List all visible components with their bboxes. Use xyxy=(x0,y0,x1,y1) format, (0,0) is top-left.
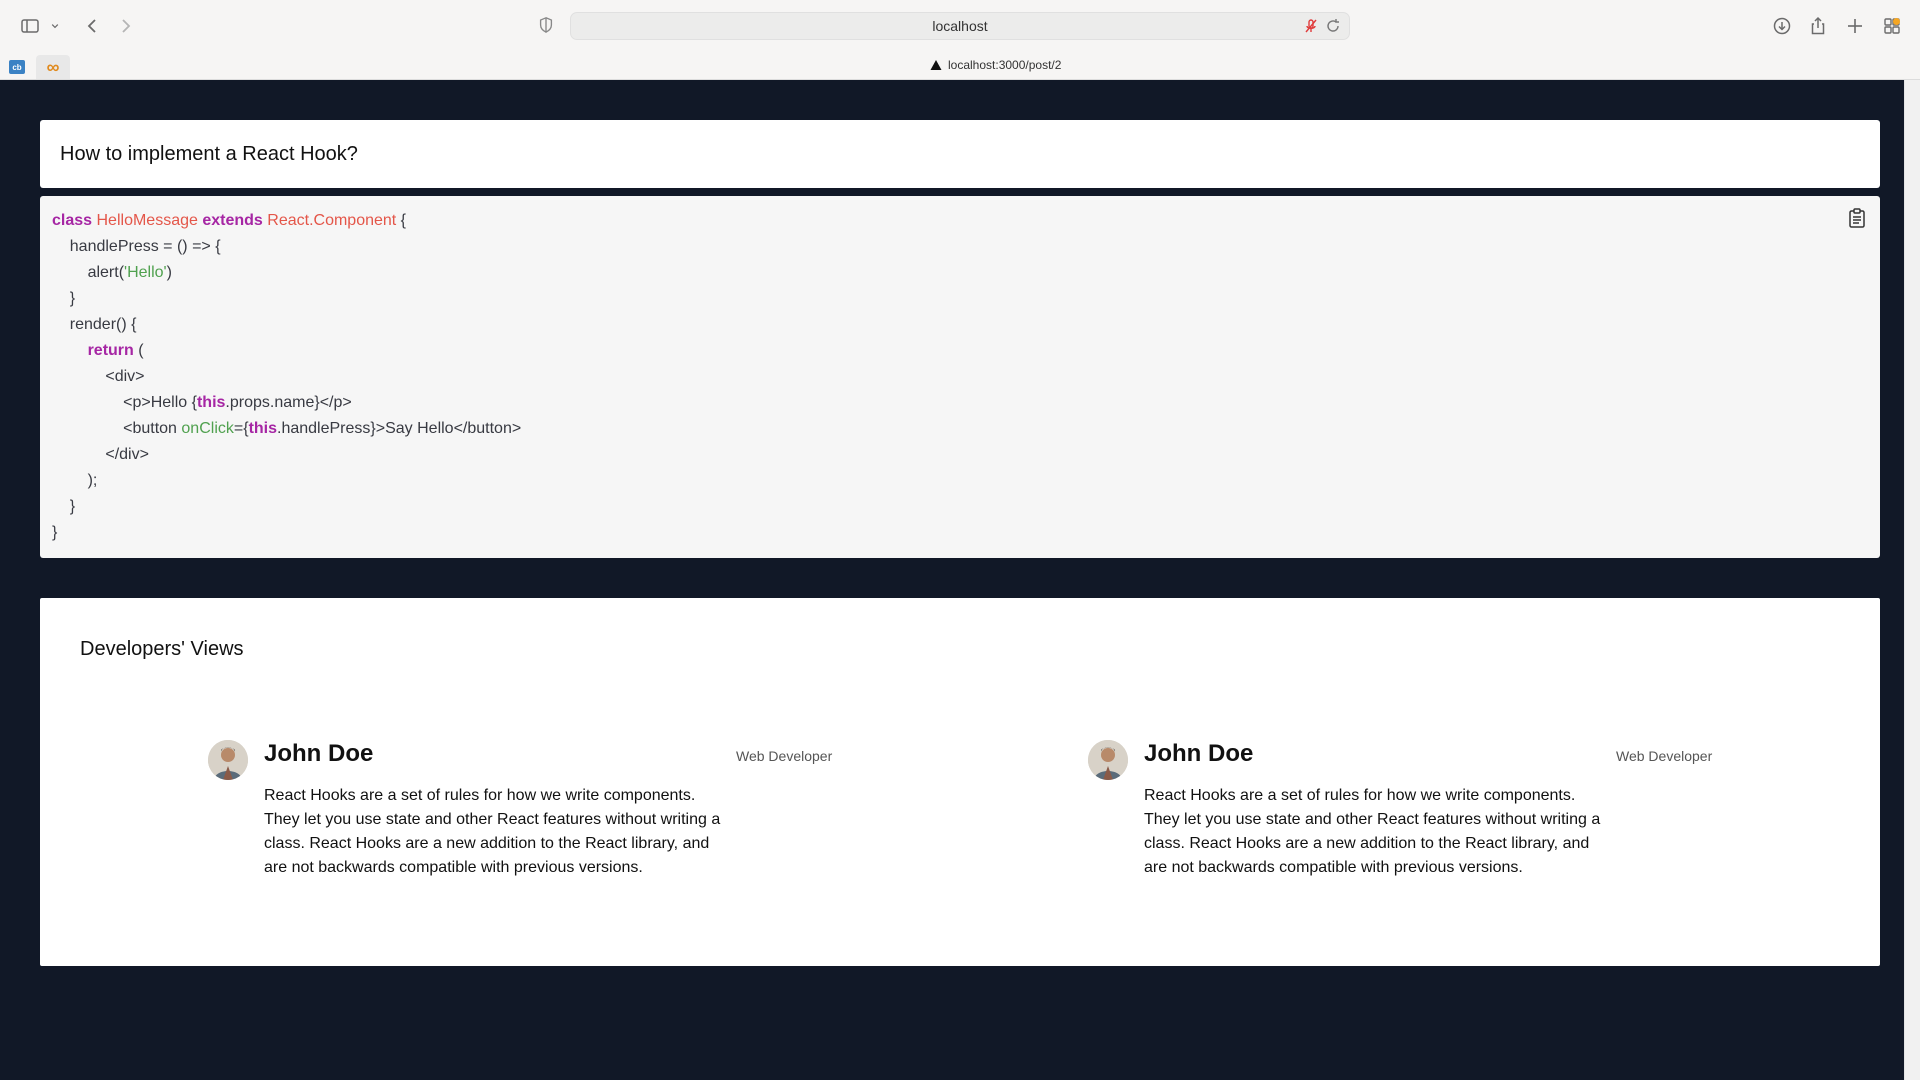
cb-favicon-icon: cb xyxy=(9,60,25,74)
share-icon[interactable] xyxy=(1806,14,1830,38)
tab-strip: cb ∞ localhost:3000/post/2 xyxy=(0,53,1920,80)
tab-overview-icon[interactable] xyxy=(1880,14,1904,38)
avatar xyxy=(208,740,248,780)
code-token: alert( xyxy=(52,264,125,281)
code-lines: class HelloMessage extends React.Compone… xyxy=(52,208,1868,546)
browser-chrome: localhost cb ∞ localhost:3000/post/2 xyxy=(0,0,1920,80)
developers-views-card: Developers' Views John Doe Web Developer… xyxy=(40,598,1880,966)
avatar xyxy=(1088,740,1128,780)
code-line: alert('Hello') xyxy=(52,260,1868,286)
download-icon[interactable] xyxy=(1770,14,1794,38)
code-line: class HelloMessage extends React.Compone… xyxy=(52,208,1868,234)
code-token: onClick xyxy=(181,420,234,437)
code-token: class xyxy=(52,212,93,229)
code-token: handlePress = () => { xyxy=(52,238,221,255)
code-token: ) xyxy=(166,264,172,281)
pinned-tab-infinity[interactable]: ∞ xyxy=(36,55,70,79)
comment-card: John Doe Web Developer React Hooks are a… xyxy=(1088,740,1728,890)
code-token: return xyxy=(87,342,134,359)
code-token: this xyxy=(248,420,278,437)
code-line: } xyxy=(52,520,1868,546)
code-line: ); xyxy=(52,468,1868,494)
code-token: } xyxy=(52,290,76,307)
code-token: <div> xyxy=(52,368,145,385)
code-token: </div> xyxy=(52,446,149,463)
code-line: <div> xyxy=(52,364,1868,390)
address-bar[interactable]: localhost xyxy=(570,12,1350,40)
code-token: render() { xyxy=(52,316,137,333)
notification-dot xyxy=(1893,18,1900,25)
pinned-tab-cb[interactable]: cb xyxy=(0,55,34,79)
sidebar-toggle-icon[interactable] xyxy=(18,14,42,38)
code-line: } xyxy=(52,494,1868,520)
question-title: How to implement a React Hook? xyxy=(60,142,358,165)
code-token: extends xyxy=(202,212,263,229)
code-line: render() { xyxy=(52,312,1868,338)
reload-icon[interactable] xyxy=(1325,18,1341,34)
comment-card: John Doe Web Developer React Hooks are a… xyxy=(208,740,848,890)
code-line: </div> xyxy=(52,442,1868,468)
comment-role: Web Developer xyxy=(1616,748,1713,764)
code-token: 'Hello' xyxy=(124,264,167,281)
comment-text: React Hooks are a set of rules for how w… xyxy=(264,787,721,876)
browser-toolbar: localhost xyxy=(0,0,1920,52)
infinity-favicon-icon: ∞ xyxy=(46,57,60,77)
comment-role: Web Developer xyxy=(736,748,833,764)
comment-author: John Doe xyxy=(264,740,374,767)
code-token: <p>Hello { xyxy=(52,394,197,411)
forward-icon[interactable] xyxy=(114,14,138,38)
code-line: handlePress = () => { xyxy=(52,234,1868,260)
microphone-icon[interactable] xyxy=(1303,18,1319,34)
code-line: return ( xyxy=(52,338,1868,364)
code-line: <p>Hello {this.props.name}</p> xyxy=(52,390,1868,416)
code-token: } xyxy=(52,498,76,515)
chevron-down-icon[interactable] xyxy=(48,14,62,38)
address-bar-text: localhost xyxy=(932,18,988,34)
code-token: .handlePress}>Say Hello</button> xyxy=(277,420,522,437)
code-block: class HelloMessage extends React.Compone… xyxy=(40,196,1880,558)
code-token: ); xyxy=(52,472,98,489)
code-token: { xyxy=(396,212,407,229)
clipboard-icon[interactable] xyxy=(1848,208,1866,228)
code-token: .props.name}</p> xyxy=(225,394,352,411)
page-scrollbar[interactable] xyxy=(1904,80,1920,1080)
code-token: ( xyxy=(133,342,144,359)
code-token: <button xyxy=(52,420,182,437)
comment-author: John Doe xyxy=(1144,740,1254,767)
comment-text: React Hooks are a set of rules for how w… xyxy=(1144,787,1601,876)
new-tab-icon[interactable] xyxy=(1843,14,1867,38)
code-token: ={ xyxy=(233,420,249,437)
code-line: <button onClick={this.handlePress}>Say H… xyxy=(52,416,1868,442)
privacy-shield-icon[interactable] xyxy=(537,16,555,34)
back-icon[interactable] xyxy=(80,14,104,38)
question-card: How to implement a React Hook? xyxy=(40,120,1880,188)
tab-title-text: localhost:3000/post/2 xyxy=(948,58,1062,72)
views-title: Developers' Views xyxy=(80,638,244,660)
code-token: this xyxy=(196,394,226,411)
code-token: React.Component xyxy=(267,212,397,229)
code-token: HelloMessage xyxy=(96,212,198,229)
code-line: } xyxy=(52,286,1868,312)
page-content: How to implement a React Hook? class Hel… xyxy=(0,80,1904,1080)
code-token: } xyxy=(52,524,58,541)
active-tab[interactable]: localhost:3000/post/2 xyxy=(930,58,1061,72)
warning-icon xyxy=(930,60,942,70)
